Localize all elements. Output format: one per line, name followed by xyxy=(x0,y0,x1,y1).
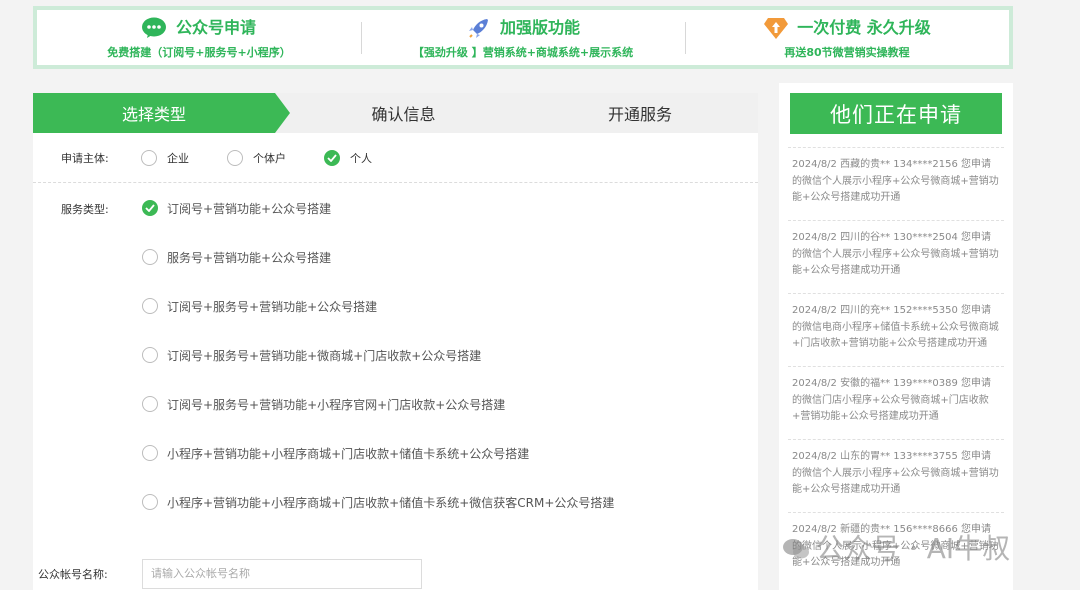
service-option-label: 订阅号+服务号+营销功能+微商城+门店收款+公众号搭建 xyxy=(167,348,482,363)
account-name-label: 公众帐号名称: xyxy=(38,567,108,581)
service-option[interactable]: 订阅号+服务号+营销功能+微商城+门店收款+公众号搭建 xyxy=(142,346,614,364)
option-label: 企业 xyxy=(167,151,189,165)
feed-item: 2024/8/2 四川的谷** 130****2504 您申请的微信个人展示小程… xyxy=(788,220,1004,293)
service-label: 服务类型: xyxy=(61,203,109,216)
radio-icon[interactable] xyxy=(142,494,158,510)
step-open-service[interactable]: 开通服务 xyxy=(522,93,758,133)
service-option[interactable]: 小程序+营销功能+小程序商城+门店收款+储值卡系统+微信获客CRM+公众号搭建 xyxy=(142,493,614,511)
banner-item-apply[interactable]: 公众号申请 免费搭建（订阅号+服务号+小程序） xyxy=(37,10,361,65)
service-option-list: 订阅号+营销功能+公众号搭建 服务号+营销功能+公众号搭建 订阅号+服务号+营销… xyxy=(142,199,614,542)
service-option-label: 小程序+营销功能+小程序商城+门店收款+储值卡系统+公众号搭建 xyxy=(167,446,530,461)
wechat-icon xyxy=(141,16,168,40)
panel-title: 他们正在申请 xyxy=(790,93,1002,134)
service-option-label: 小程序+营销功能+小程序商城+门店收款+储值卡系统+微信获客CRM+公众号搭建 xyxy=(167,495,615,510)
radio-icon[interactable] xyxy=(142,298,158,314)
banner-subtitle: 免费搭建（订阅号+服务号+小程序） xyxy=(107,45,291,59)
radio-icon[interactable] xyxy=(142,249,158,265)
upgrade-arrow-icon xyxy=(763,16,789,40)
banner-title: 一次付费 永久升级 xyxy=(797,17,931,37)
option-label: 个人 xyxy=(350,151,372,165)
service-option-label: 服务号+营销功能+公众号搭建 xyxy=(167,250,332,265)
option-label: 个体户 xyxy=(253,151,286,165)
application-form: 选择类型 确认信息 开通服务 申请主体: 企业 个体户 个人 服务类型: 订阅号… xyxy=(33,93,758,590)
account-name-row: 公众帐号名称: xyxy=(33,557,758,590)
watermark: 公众号 · AI牛叔 xyxy=(782,527,1010,567)
service-option[interactable]: 订阅号+服务号+营销功能+公众号搭建 xyxy=(142,297,614,315)
radio-checked-icon[interactable] xyxy=(324,149,340,166)
subject-option-company[interactable]: 企业 xyxy=(141,149,189,166)
account-name-input[interactable] xyxy=(142,558,422,589)
feed-item: 2024/8/2 西藏的贵** 134****2156 您申请的微信个人展示小程… xyxy=(788,147,1004,220)
watermark-text: 公众号 · AI牛叔 xyxy=(816,532,1011,565)
service-option-label: 订阅号+服务号+营销功能+小程序官网+门店收款+公众号搭建 xyxy=(167,397,506,412)
feed-item: 2024/8/2 山东的胃** 133****3755 您申请的微信个人展示小程… xyxy=(788,439,1004,512)
radio-icon[interactable] xyxy=(141,149,157,166)
service-option[interactable]: 订阅号+营销功能+公众号搭建 xyxy=(142,199,614,217)
wechat-watermark-icon xyxy=(782,535,810,559)
subject-option-personal[interactable]: 个人 xyxy=(324,149,372,166)
banner-item-enhanced[interactable]: 加强版功能 【强劲升级 】营销系统+商城系统+展示系统 xyxy=(361,10,685,65)
step-confirm-info[interactable]: 确认信息 xyxy=(275,93,522,133)
subject-option-individual-business[interactable]: 个体户 xyxy=(227,149,286,166)
banner-subtitle: 【强劲升级 】营销系统+商城系统+展示系统 xyxy=(412,45,634,59)
banner-title: 公众号申请 xyxy=(175,17,256,37)
top-banner: 公众号申请 免费搭建（订阅号+服务号+小程序） 加强版功能 【强劲升级 】营销系… xyxy=(33,6,1013,69)
service-option[interactable]: 小程序+营销功能+小程序商城+门店收款+储值卡系统+公众号搭建 xyxy=(142,444,614,462)
subject-label: 申请主体: xyxy=(61,151,109,165)
banner-title: 加强版功能 xyxy=(499,17,580,37)
service-option[interactable]: 订阅号+服务号+营销功能+小程序官网+门店收款+公众号搭建 xyxy=(142,395,614,413)
radio-icon[interactable] xyxy=(142,396,158,412)
subject-row: 申请主体: 企业 个体户 个人 xyxy=(33,133,758,183)
service-option-label: 订阅号+营销功能+公众号搭建 xyxy=(167,201,332,216)
application-feed: 2024/8/2 西藏的贵** 134****2156 您申请的微信个人展示小程… xyxy=(788,147,1004,585)
radio-icon[interactable] xyxy=(142,347,158,363)
service-option-label: 订阅号+服务号+营销功能+公众号搭建 xyxy=(167,299,378,314)
banner-item-upgrade[interactable]: 一次付费 永久升级 再送80节微营销实操教程 xyxy=(685,10,1009,65)
radio-checked-icon[interactable] xyxy=(142,200,158,216)
radio-icon[interactable] xyxy=(227,149,243,166)
service-type-section: 服务类型: 订阅号+营销功能+公众号搭建 服务号+营销功能+公众号搭建 订阅号+… xyxy=(33,183,758,548)
step-select-type[interactable]: 选择类型 xyxy=(33,93,290,133)
service-option[interactable]: 服务号+营销功能+公众号搭建 xyxy=(142,248,614,266)
banner-subtitle: 再送80节微营销实操教程 xyxy=(784,45,910,59)
step-indicator: 选择类型 确认信息 开通服务 xyxy=(33,93,758,133)
recent-applications-panel: 他们正在申请 2024/8/2 西藏的贵** 134****2156 您申请的微… xyxy=(779,83,1013,590)
feed-item: 2024/8/2 四川的充** 152****5350 您申请的微信电商小程序+… xyxy=(788,293,1004,366)
radio-icon[interactable] xyxy=(142,445,158,461)
feed-item: 2024/8/2 安徽的福** 139****0389 您申请的微信门店小程序+… xyxy=(788,366,1004,439)
rocket-icon xyxy=(466,16,492,40)
